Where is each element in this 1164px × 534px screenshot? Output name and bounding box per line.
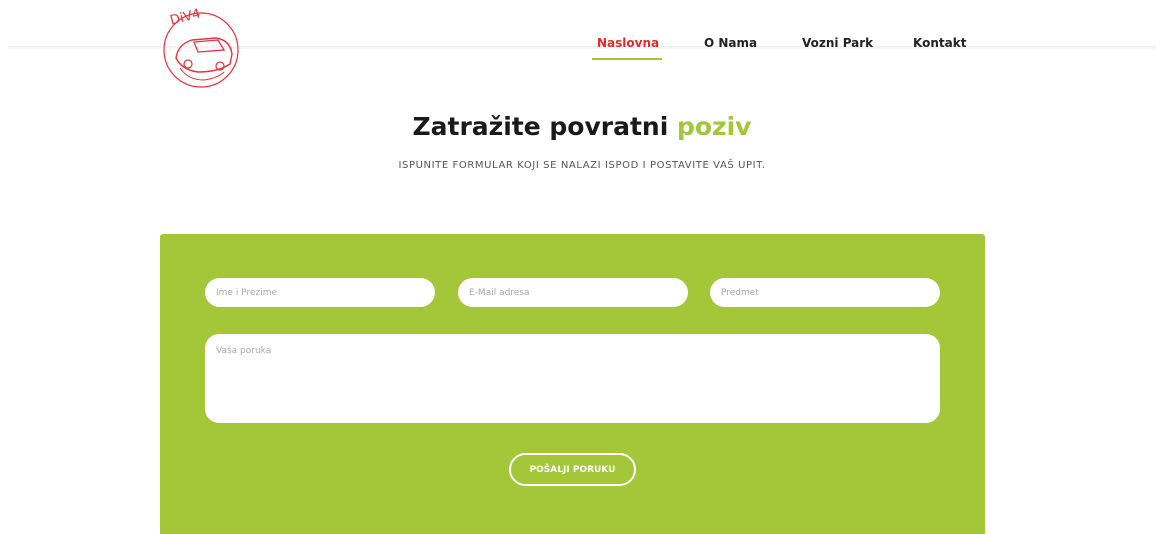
page-title-main: Zatražite povratni [412,112,669,141]
nav-item-o-nama[interactable]: O Nama [704,36,757,50]
nav-item-naslovna[interactable]: Naslovna [597,36,659,50]
message-textarea[interactable] [205,334,940,423]
brand-logo[interactable]: DiV4 [158,6,244,92]
page-title: Zatražite povratni poziv [0,112,1164,141]
nav-item-vozni-park[interactable]: Vozni Park [802,36,873,50]
main-navigation: Naslovna O Nama Vozni Park Kontakt [580,36,980,60]
email-input[interactable] [458,278,688,307]
page-subtitle: ISPUNITE FORMULAR KOJI SE NALAZI ISPOD I… [398,160,766,171]
active-nav-indicator [592,58,662,60]
name-input[interactable] [205,278,435,307]
page-title-accent: poziv [676,112,752,141]
nav-item-kontakt[interactable]: Kontakt [913,36,966,50]
subject-input[interactable] [710,278,940,307]
callback-form: POŠALJI PORUKU [160,234,985,534]
send-message-button[interactable]: POŠALJI PORUKU [509,453,636,486]
